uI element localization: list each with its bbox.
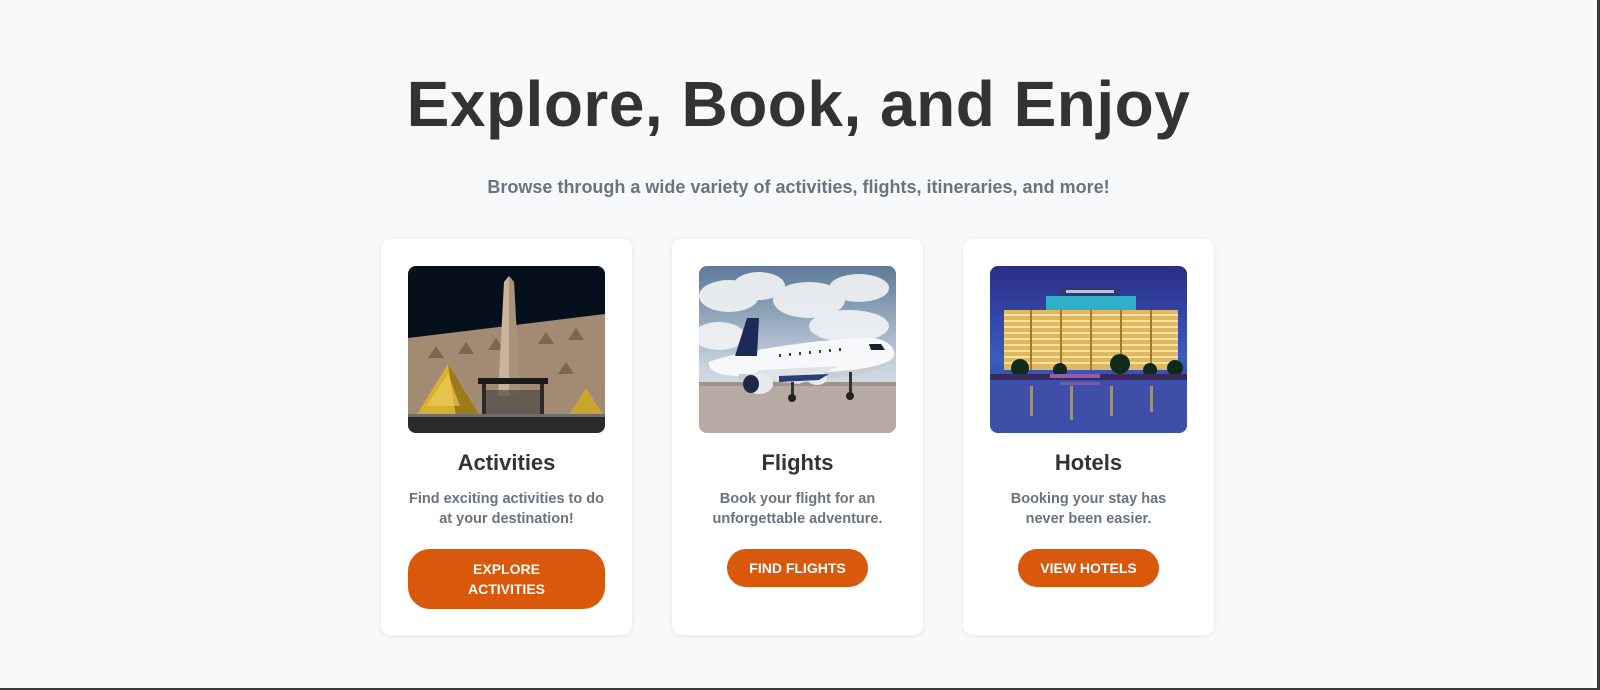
find-flights-button[interactable]: FIND FLIGHTS (727, 549, 868, 587)
explore-activities-button[interactable]: EXPLORE ACTIVITIES (408, 549, 605, 609)
activities-image (408, 266, 605, 433)
hotels-image (990, 266, 1187, 433)
hotels-card: Hotels Booking your stay has never been … (963, 239, 1214, 635)
view-hotels-button[interactable]: VIEW HOTELS (1018, 549, 1159, 587)
hotels-description: Booking your stay has never been easier. (1010, 491, 1167, 527)
activities-title: Activities (457, 450, 556, 475)
flights-title: Flights (761, 450, 834, 475)
activities-card: Activities Find exciting activities to d… (381, 239, 632, 635)
page: Explore, Book, and Enjoy Browse through … (0, 0, 1600, 690)
flights-image (699, 266, 896, 433)
flights-description: Book your flight for an unforgettable ad… (712, 491, 883, 527)
page-subtitle: Browse through a wide variety of activit… (487, 177, 1110, 197)
hotels-title: Hotels (1054, 450, 1123, 475)
card-grid: Activities Find exciting activities to d… (381, 239, 1214, 635)
activities-description: Find exciting activities to do at your d… (409, 491, 604, 527)
flights-card: Flights Book your flight for an unforget… (672, 239, 923, 635)
page-title: Explore, Book, and Enjoy (406, 68, 1191, 140)
